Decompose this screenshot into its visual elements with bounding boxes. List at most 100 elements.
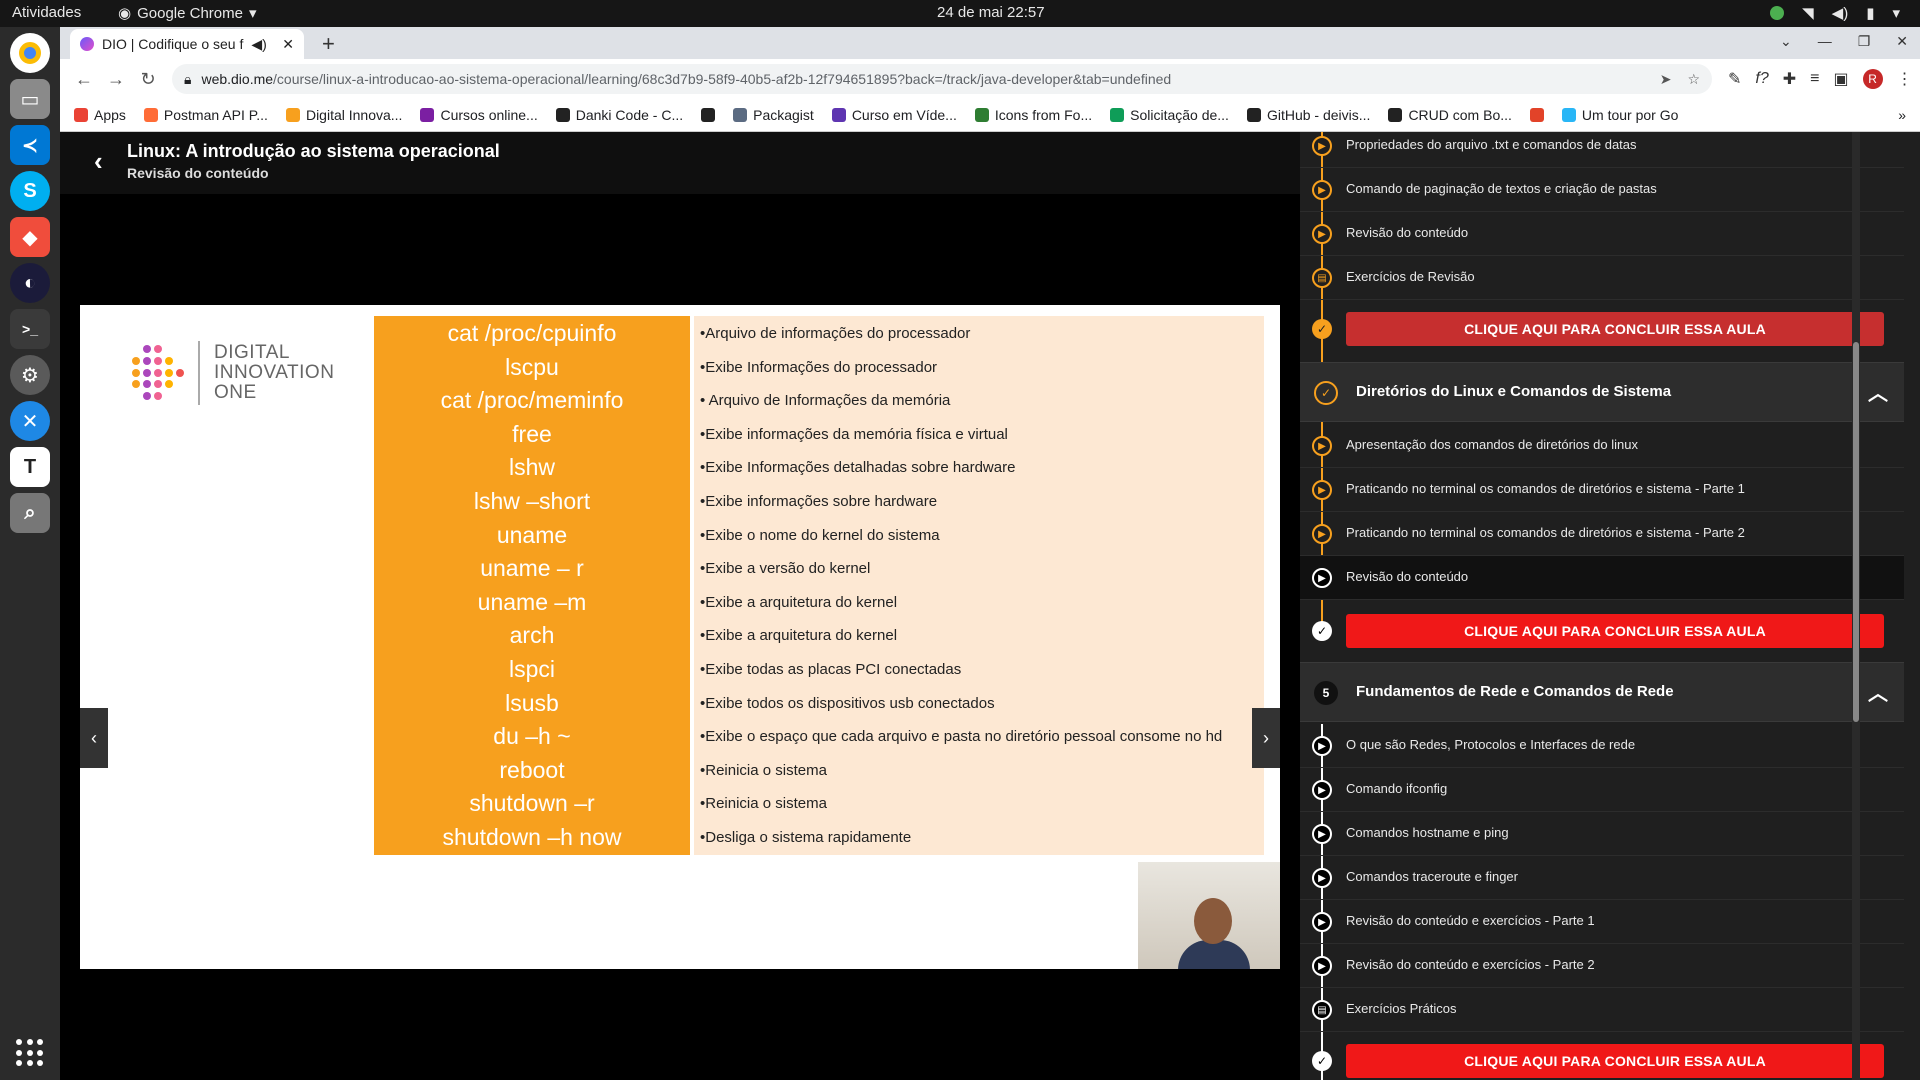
command-row: lshw –short •Exibe informações sobre hard… xyxy=(374,484,1264,521)
browser-toolbar: ← → ↻ 🔒︎ web.dio.me/course/linux-a-intro… xyxy=(60,59,1920,99)
clock[interactable]: 24 de mai 22:57 xyxy=(937,4,1045,21)
play-icon: ▶ xyxy=(1312,736,1332,756)
app-menu[interactable]: ◉ Google Chrome ▾ xyxy=(118,4,257,23)
chevron-up-icon[interactable]: ︿ xyxy=(1868,677,1888,706)
show-apps-icon[interactable] xyxy=(16,1039,44,1067)
conclude-lesson-button[interactable]: CLIQUE AQUI PARA CONCLUIR ESSA AULA xyxy=(1346,614,1884,648)
lesson-item[interactable]: ▶ Comando ifconfig xyxy=(1300,768,1904,812)
bookmark-item[interactable]: Postman API P... xyxy=(143,107,268,123)
lesson-item-label: Revisão do conteúdo e exercícios - Parte… xyxy=(1346,957,1595,972)
bookmark-item[interactable] xyxy=(1529,108,1544,122)
bookmark-item[interactable]: Digital Innova... xyxy=(285,107,402,123)
bookmark-item[interactable]: GitHub - deivis... xyxy=(1246,107,1370,123)
audio-icon[interactable]: ◀) xyxy=(251,36,266,53)
play-icon: ▶ xyxy=(1312,524,1332,544)
system-tray[interactable]: ◥ ◀) ▮ ▾ xyxy=(1770,4,1900,22)
lesson-item[interactable]: ▶ Revisão do conteúdo e exercícios - Part… xyxy=(1300,944,1904,988)
browser-tab[interactable]: DIO | Codifique o seu f ◀) ✕ xyxy=(70,29,304,59)
close-window-icon[interactable]: ✕ xyxy=(1896,33,1908,50)
dbeaver-dock-icon[interactable]: ✕ xyxy=(10,401,50,441)
bookmark-star-icon[interactable]: ☆ xyxy=(1687,71,1700,88)
bookmark-label: Icons from Fo... xyxy=(994,107,1093,123)
skype-dock-icon[interactable]: S xyxy=(10,171,50,211)
search-dock-icon[interactable]: ⌕ xyxy=(10,493,50,533)
lesson-item[interactable]: ▶ Revisão do conteúdo xyxy=(1300,556,1904,600)
command-name: uname –m xyxy=(374,584,690,620)
restore-icon[interactable]: ❐ xyxy=(1858,33,1871,50)
conclude-lesson-button[interactable]: CLIQUE AQUI PARA CONCLUIR ESSA AULA xyxy=(1346,1044,1884,1078)
media-control-icon[interactable]: ≡ xyxy=(1810,70,1819,88)
bookmark-item[interactable] xyxy=(701,108,716,122)
terminal-dock-icon[interactable]: >_ xyxy=(10,309,50,349)
files-dock-icon[interactable]: ▭ xyxy=(10,79,50,119)
vscode-dock-icon[interactable]: ≺ xyxy=(10,125,50,165)
lesson-item[interactable]: ▤ Exercícios Práticos xyxy=(1300,988,1904,1032)
lesson-item[interactable]: ▶ O que são Redes, Protocolos e Interface… xyxy=(1300,724,1904,768)
video-slide[interactable]: DIGITAL INNOVATION ONE cat /proc/cpuinfo… xyxy=(80,305,1280,969)
bookmarks-overflow-icon[interactable]: » xyxy=(1898,107,1906,123)
lock-icon[interactable]: 🔒︎ xyxy=(184,71,191,88)
close-tab-icon[interactable]: ✕ xyxy=(282,36,294,53)
address-bar[interactable]: 🔒︎ web.dio.me/course/linux-a-introducao-… xyxy=(172,64,1712,94)
lesson-item[interactable]: ▶ Revisão do conteúdo e exercícios - Part… xyxy=(1300,900,1904,944)
next-slide-arrow-icon[interactable]: › xyxy=(1252,708,1280,768)
bookmark-item[interactable]: Solicitação de... xyxy=(1110,107,1229,123)
conclude-lesson-button[interactable]: CLIQUE AQUI PARA CONCLUIR ESSA AULA xyxy=(1346,312,1884,346)
chevron-up-icon[interactable]: ︿ xyxy=(1868,377,1888,406)
bookmark-item[interactable]: Cursos online... xyxy=(420,107,538,123)
lesson-item[interactable]: ▶ Comando de paginação de textos e criaçã… xyxy=(1300,168,1904,212)
bookmark-favicon-icon xyxy=(1246,108,1261,122)
lesson-item[interactable]: ▶ Propriedades do arquivo .txt e comandos… xyxy=(1300,132,1904,168)
lesson-item[interactable]: ▶ Praticando no terminal os comandos de d… xyxy=(1300,512,1904,556)
section-header[interactable]: 5 Fundamentos de Rede e Comandos de Rede ︿ xyxy=(1300,662,1904,722)
extensions-puzzle-icon[interactable]: ✚ xyxy=(1783,69,1796,89)
command-description: •Arquivo de informações do processador xyxy=(694,316,1264,351)
typora-dock-icon[interactable]: T xyxy=(10,447,50,487)
reload-icon[interactable]: ↻ xyxy=(132,69,164,90)
update-status-icon xyxy=(1770,6,1785,20)
bookmark-item[interactable]: Icons from Fo... xyxy=(974,107,1093,123)
send-to-device-icon[interactable]: ➤ xyxy=(1660,71,1672,88)
bookmark-item[interactable]: Packagist xyxy=(733,107,814,123)
lesson-item[interactable]: ▶ Comandos traceroute e finger xyxy=(1300,856,1904,900)
new-tab-icon[interactable]: + xyxy=(322,31,335,57)
lesson-item[interactable]: ▶ Praticando no terminal os comandos de d… xyxy=(1300,468,1904,512)
git-client-dock-icon[interactable]: ◆ xyxy=(10,217,50,257)
activities-button[interactable]: Atividades xyxy=(12,4,81,21)
lesson-item-label: Comando de paginação de textos e criação… xyxy=(1346,181,1657,196)
lesson-item[interactable]: ▶ Comandos hostname e ping xyxy=(1300,812,1904,856)
bookmark-favicon-icon xyxy=(1529,108,1544,122)
back-icon[interactable]: ← xyxy=(68,69,100,90)
lesson-item[interactable]: ▤ Exercícios de Revisão xyxy=(1300,256,1904,300)
minimize-icon[interactable]: — xyxy=(1818,33,1832,50)
scrollbar-thumb[interactable] xyxy=(1853,342,1859,722)
bookmark-item[interactable]: CRUD com Bo... xyxy=(1388,107,1512,123)
sidebar-scrollbar[interactable] xyxy=(1852,132,1860,1080)
side-panel-icon[interactable]: ▣ xyxy=(1834,69,1849,89)
chrome-dock-icon[interactable] xyxy=(10,33,50,73)
prev-slide-arrow-icon[interactable]: ‹ xyxy=(80,708,108,768)
tab-search-icon[interactable]: ⌄ xyxy=(1780,33,1792,50)
settings-dock-icon[interactable]: ⚙ xyxy=(10,355,50,395)
bookmark-label: CRUD com Bo... xyxy=(1408,107,1512,123)
bookmark-item[interactable]: Curso em Víde... xyxy=(831,107,957,123)
wifi-icon: ◥ xyxy=(1802,5,1814,22)
play-icon: ▶ xyxy=(1312,956,1332,976)
command-name: uname – r xyxy=(374,551,690,587)
section-header[interactable]: ✓ Diretórios do Linux e Comandos de Siste… xyxy=(1300,362,1904,422)
lesson-item[interactable]: ▶ Revisão do conteúdo xyxy=(1300,212,1904,256)
lesson-item-label: Comando ifconfig xyxy=(1346,781,1448,796)
formula-extension-icon[interactable]: f? xyxy=(1755,70,1768,88)
forward-icon[interactable]: → xyxy=(100,69,132,90)
eclipse-dock-icon[interactable]: ◐ xyxy=(10,263,50,303)
bookmark-item[interactable]: Apps xyxy=(74,107,126,123)
profile-avatar[interactable]: R xyxy=(1862,69,1883,89)
bookmark-item[interactable]: Danki Code - C... xyxy=(555,107,683,123)
power-menu-icon: ▾ xyxy=(1892,5,1900,22)
bookmark-item[interactable]: Um tour por Go xyxy=(1561,107,1678,123)
eyedropper-extension-icon[interactable]: ✎ xyxy=(1728,69,1741,89)
back-chevron-icon[interactable]: ‹ xyxy=(94,146,103,177)
kebab-menu-icon[interactable]: ⋮ xyxy=(1897,69,1913,89)
play-icon: ▶ xyxy=(1312,568,1332,588)
lesson-item[interactable]: ▶ Apresentação dos comandos de diretórios… xyxy=(1300,424,1904,468)
